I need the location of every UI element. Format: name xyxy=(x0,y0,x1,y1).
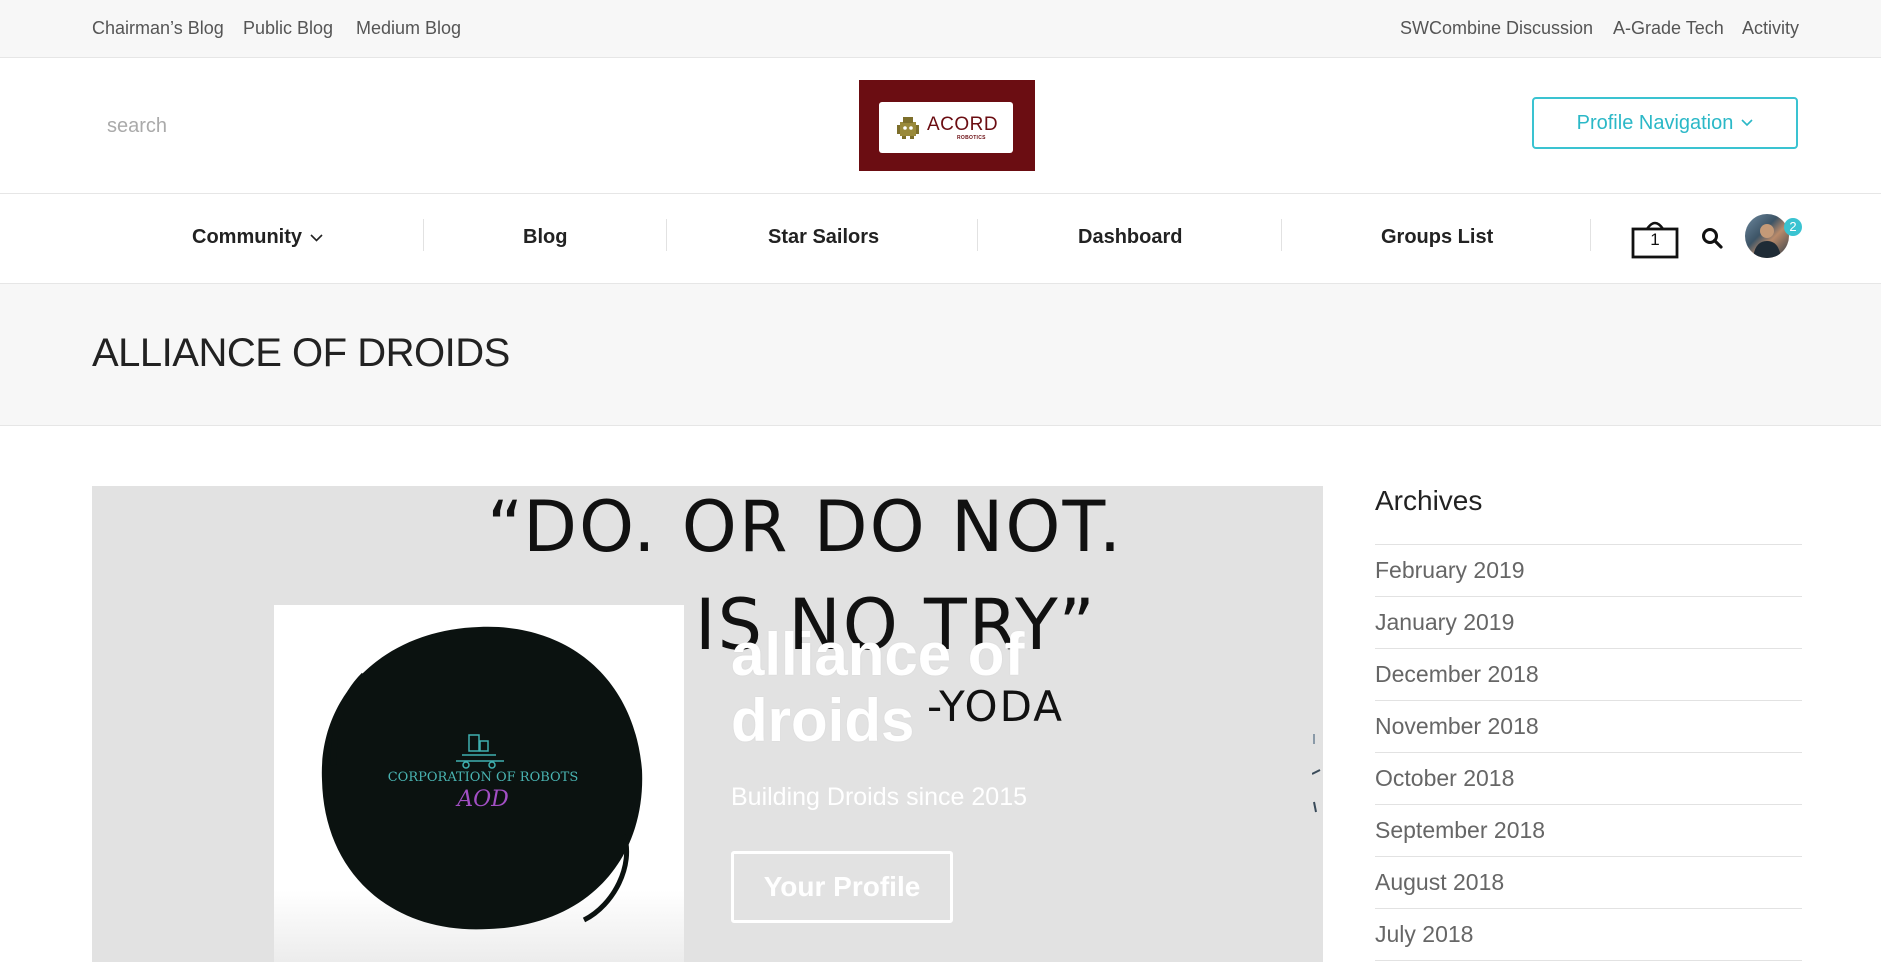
site-header: ACORD ROBOTICS Profile Navigation xyxy=(0,58,1881,194)
user-photo-icon xyxy=(1753,224,1781,258)
main-navigation: Community Blog Star Sailors Dashboard Gr… xyxy=(0,194,1881,284)
group-name: alliance of droids xyxy=(731,621,1025,754)
list-item: February 2019 xyxy=(1375,545,1802,597)
list-item: September 2018 xyxy=(1375,805,1802,857)
list-item: November 2018 xyxy=(1375,701,1802,753)
nav-item-star-sailors[interactable]: Star Sailors xyxy=(768,226,879,249)
nav-divider xyxy=(977,219,978,251)
nav-divider xyxy=(423,219,424,251)
logo-card: ACORD ROBOTICS xyxy=(879,102,1013,153)
chevron-down-icon xyxy=(1741,119,1753,127)
topbar-link-swcombine-discussion[interactable]: SWCombine Discussion xyxy=(1400,18,1593,39)
group-tagline: Building Droids since 2015 xyxy=(731,783,1028,811)
search-icon[interactable] xyxy=(1701,227,1723,249)
archive-link[interactable]: December 2018 xyxy=(1375,661,1539,688)
logo-name: ACORD xyxy=(927,114,999,135)
nav-item-groups-list[interactable]: Groups List xyxy=(1381,226,1493,249)
archive-link[interactable]: August 2018 xyxy=(1375,869,1504,896)
profile-navigation-label: Profile Navigation xyxy=(1576,111,1734,134)
list-item: August 2018 xyxy=(1375,857,1802,909)
topbar-link-public-blog[interactable]: Public Blog xyxy=(243,18,333,39)
archive-link[interactable]: November 2018 xyxy=(1375,713,1539,740)
nav-item-label: Community xyxy=(192,226,302,248)
sidebar: Archives February 2019 January 2019 Dece… xyxy=(1375,482,1802,961)
logo-subtitle: ROBOTICS xyxy=(957,135,986,141)
cover-quote-line: “DO. OR DO NOT. xyxy=(487,486,1124,568)
topbar-link-a-grade-tech[interactable]: A-Grade Tech xyxy=(1613,18,1724,39)
nav-divider xyxy=(666,219,667,251)
nav-divider xyxy=(1590,219,1591,251)
search-input[interactable] xyxy=(92,110,422,142)
top-utility-bar: Chairman’s Blog Public Blog Medium Blog … xyxy=(0,0,1881,58)
group-avatar[interactable]: CORPORATION OF ROBOTS AOD xyxy=(274,605,684,962)
nav-divider xyxy=(1281,219,1282,251)
list-item: January 2019 xyxy=(1375,597,1802,649)
group-cover-image: “DO. OR DO NOT. IS NO TRY” -YODA CORPORA… xyxy=(92,486,1323,962)
topbar-link-medium-blog[interactable]: Medium Blog xyxy=(356,18,461,39)
profile-navigation-button[interactable]: Profile Navigation xyxy=(1532,97,1798,149)
avatar[interactable] xyxy=(1745,214,1789,258)
archive-link[interactable]: July 2018 xyxy=(1375,921,1473,948)
nav-item-community[interactable]: Community xyxy=(192,226,323,249)
archive-link[interactable]: January 2019 xyxy=(1375,609,1514,636)
cover-decoration xyxy=(1312,734,1321,813)
group-logo-text: CORPORATION OF ROBOTS xyxy=(387,770,579,785)
nav-item-blog[interactable]: Blog xyxy=(523,226,567,249)
cart-count: 1 xyxy=(1650,230,1660,249)
list-item: December 2018 xyxy=(1375,649,1802,701)
archive-link[interactable]: September 2018 xyxy=(1375,817,1545,844)
archive-link[interactable]: February 2019 xyxy=(1375,557,1525,584)
site-logo[interactable]: ACORD ROBOTICS xyxy=(859,80,1035,171)
page-title: ALLIANCE OF DROIDS xyxy=(92,331,510,375)
list-item: October 2018 xyxy=(1375,753,1802,805)
page-title-band: ALLIANCE OF DROIDS xyxy=(0,284,1881,426)
group-logo-acronym: AOD xyxy=(457,787,509,812)
nav-item-dashboard[interactable]: Dashboard xyxy=(1078,226,1182,249)
topbar-link-chairmans-blog[interactable]: Chairman’s Blog xyxy=(92,18,224,39)
chevron-down-icon xyxy=(310,233,323,242)
notification-badge: 2 xyxy=(1784,218,1802,236)
archives-title: Archives xyxy=(1375,485,1483,516)
robot-emblem-icon xyxy=(897,117,919,139)
your-profile-button[interactable]: Your Profile xyxy=(731,851,953,923)
list-item: July 2018 xyxy=(1375,909,1802,961)
topbar-link-activity[interactable]: Activity xyxy=(1742,18,1799,39)
archive-link[interactable]: October 2018 xyxy=(1375,765,1514,792)
archives-list: February 2019 January 2019 December 2018… xyxy=(1375,544,1802,961)
